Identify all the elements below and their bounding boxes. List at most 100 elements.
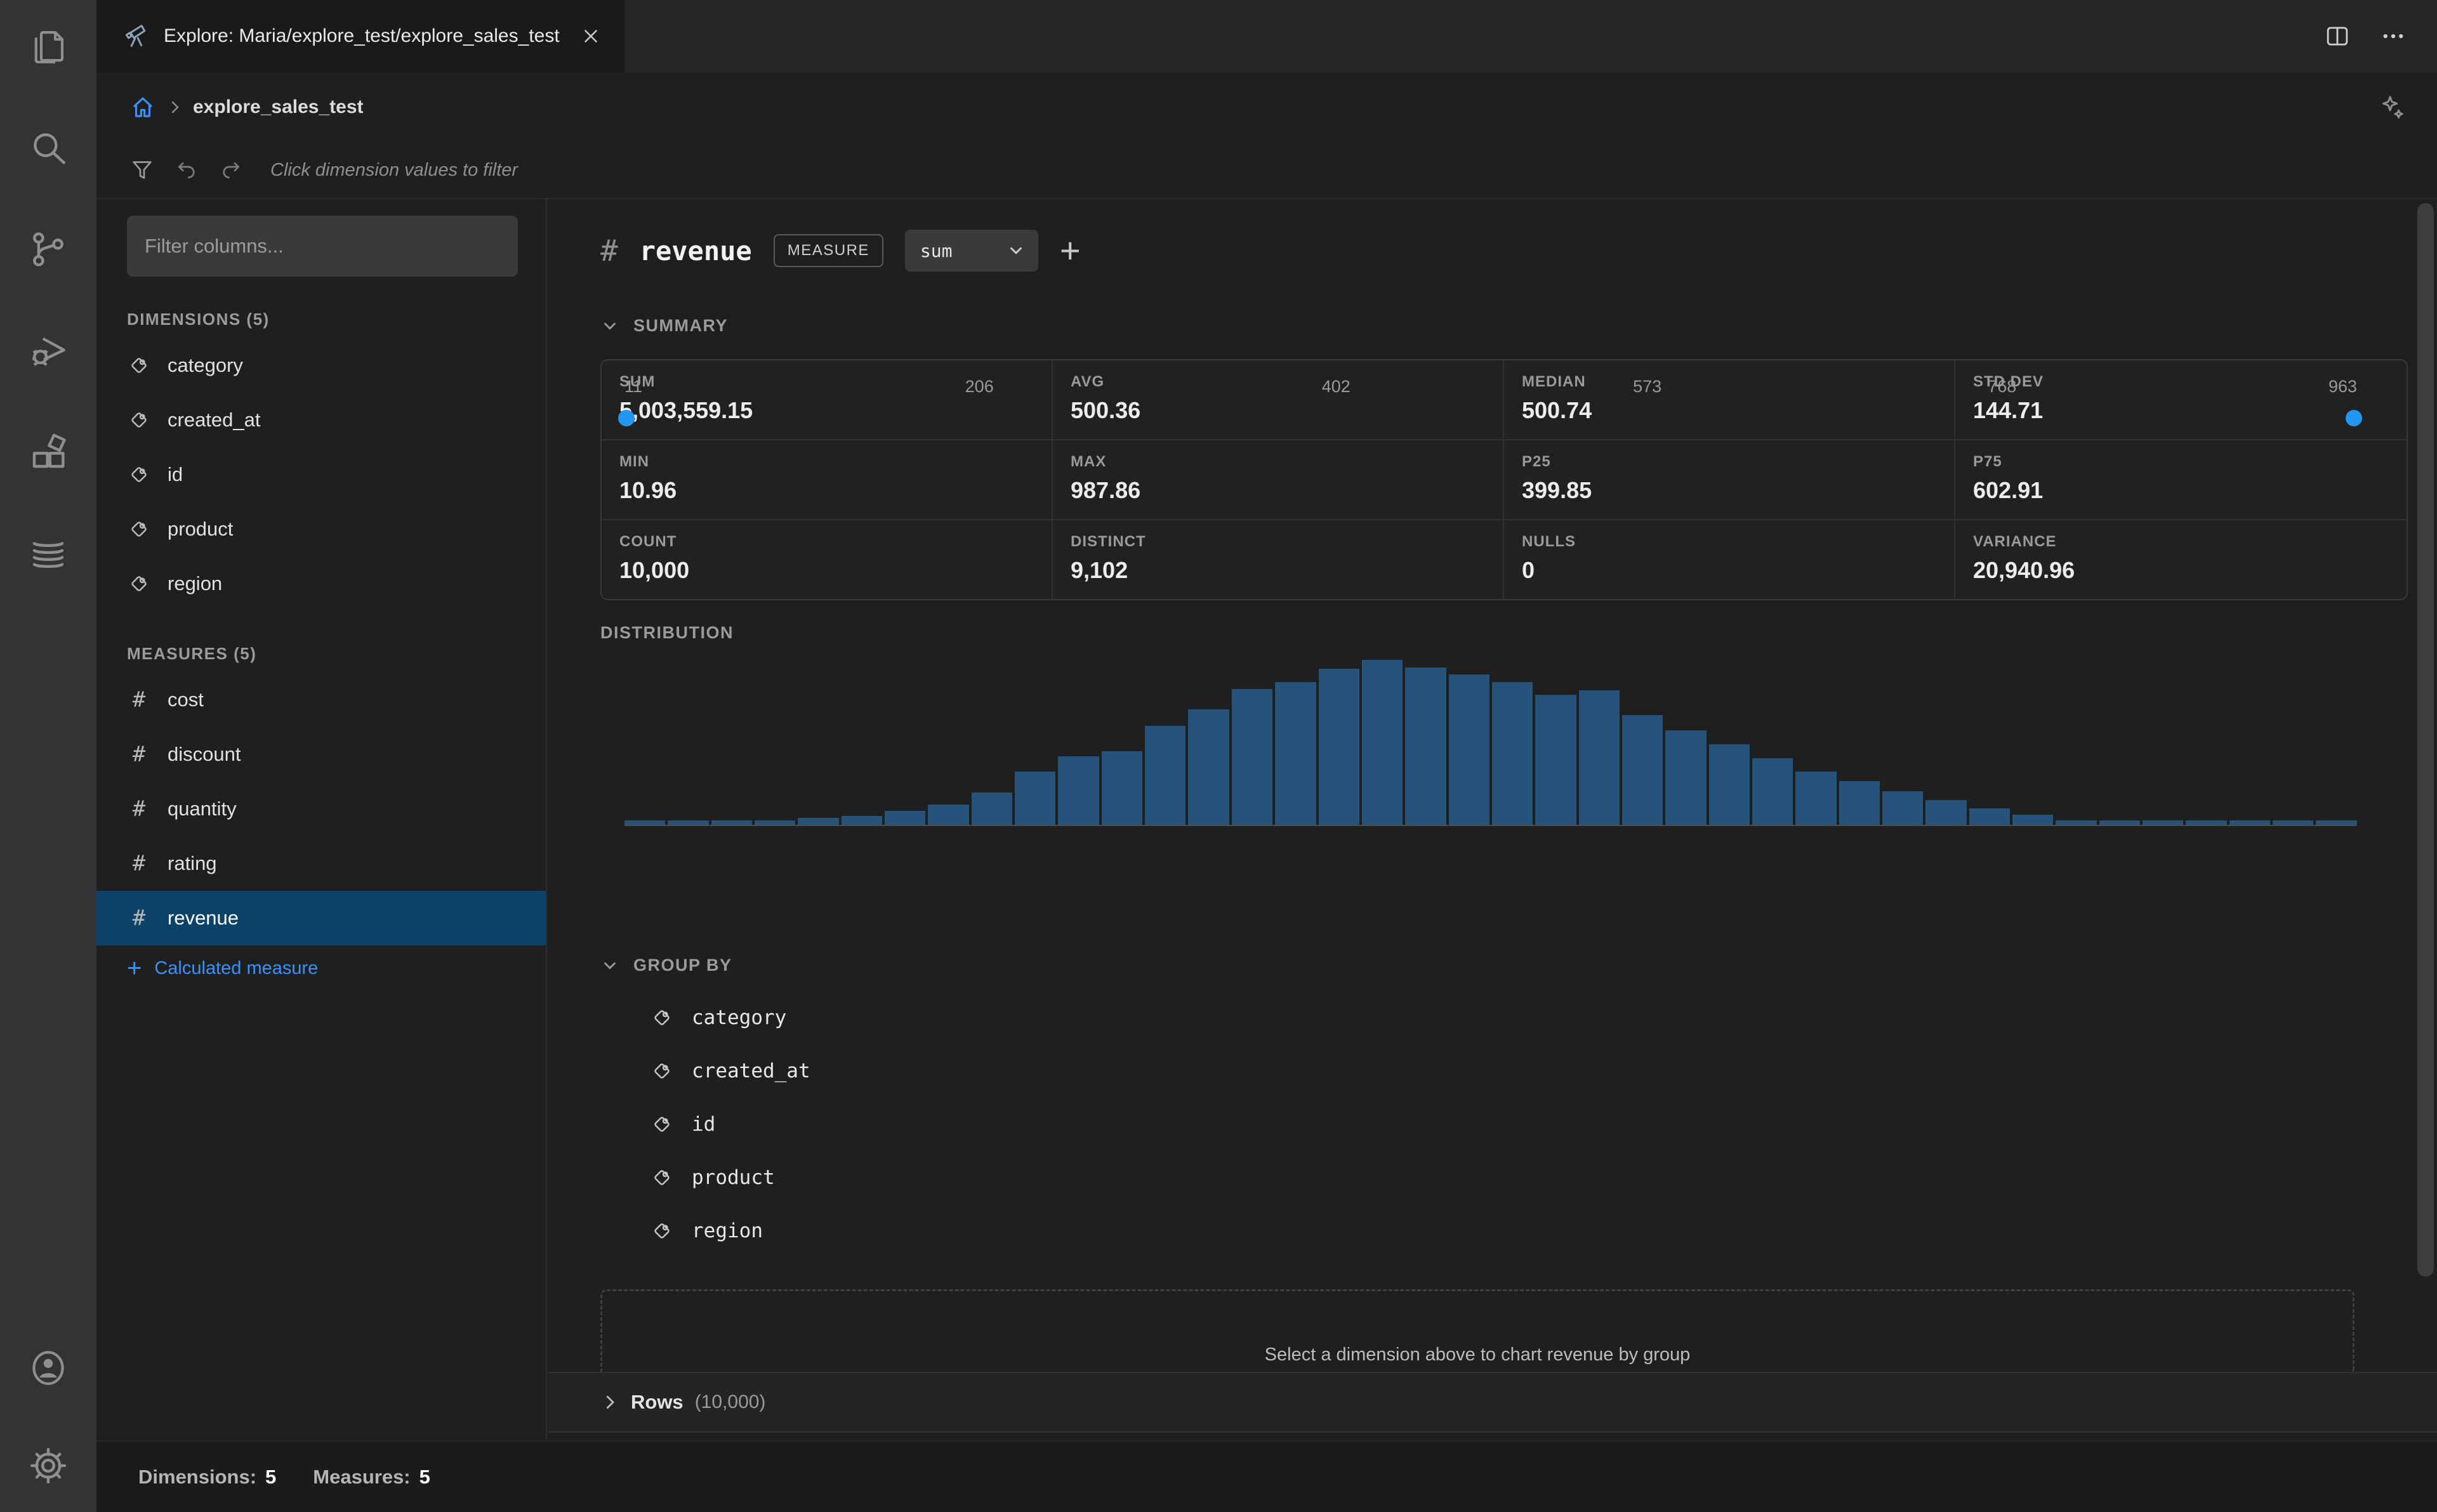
sidebar-item-product[interactable]: product (127, 502, 518, 556)
stat-label: P75 (1973, 453, 2002, 470)
scrollbar-thumb[interactable] (2417, 203, 2434, 1277)
database-icon[interactable] (27, 533, 69, 575)
histogram-bar-17 (1361, 660, 1403, 825)
extensions-icon[interactable] (27, 431, 69, 473)
axis-tick-206: 206 (965, 377, 994, 396)
stat-value: 20,940.96 (1973, 557, 2075, 583)
activity-bar (0, 0, 96, 1512)
calculated-measure-button[interactable]: + Calculated measure (127, 956, 518, 981)
measure-badge: MEASURE (773, 234, 883, 267)
split-editor-icon[interactable] (2324, 23, 2351, 49)
histogram-bar-13 (1188, 709, 1229, 825)
sidebar-item-id[interactable]: id (127, 447, 518, 502)
stat-value: 987.86 (1071, 477, 1141, 503)
explorer-icon[interactable] (27, 25, 69, 67)
sidebar-item-category[interactable]: category (127, 338, 518, 393)
tag-icon (650, 1006, 674, 1030)
histogram-bar-31 (1969, 808, 2010, 825)
summary-section-header[interactable]: SUMMARY (600, 316, 728, 336)
hash-icon: # (132, 742, 146, 767)
stat-label: DISTINCT (1071, 533, 1146, 550)
sidebar-item-rating[interactable]: # rating (127, 836, 518, 891)
sidebar-item-region[interactable]: region (127, 556, 518, 611)
breadcrumb-item[interactable]: explore_sales_test (193, 96, 364, 118)
sidebar-item-discount[interactable]: # discount (127, 727, 518, 782)
histogram-bar-12 (1145, 726, 1186, 825)
stat-value: 399.85 (1522, 477, 1592, 503)
account-icon[interactable] (27, 1347, 69, 1389)
source-control-icon[interactable] (27, 228, 69, 270)
rows-section-toggle[interactable]: Rows (10,000) (548, 1372, 2437, 1433)
sidebar-item-label: region (168, 572, 223, 595)
histogram-bar-15 (1275, 682, 1316, 825)
sidebar-item-created_at[interactable]: created_at (127, 393, 518, 447)
histogram-bar-38 (2273, 820, 2314, 825)
histogram-bar-24 (1665, 730, 1707, 825)
status-bar: Dimensions: 5 Measures: 5 (96, 1440, 2437, 1512)
groupby-item-region[interactable]: region (650, 1204, 810, 1258)
histogram-bar-34 (2099, 820, 2141, 825)
groupby-item-id[interactable]: id (650, 1098, 810, 1151)
hash-icon: # (132, 905, 146, 931)
groupby-item-category[interactable]: category (650, 991, 810, 1044)
sidebar-item-quantity[interactable]: # quantity (127, 782, 518, 836)
histogram-bar-20 (1491, 682, 1533, 825)
tag-icon (127, 463, 151, 487)
sidebar-item-label: discount (168, 743, 241, 765)
range-handle-max[interactable] (2346, 410, 2362, 426)
sidebar: DIMENSIONS (5) category created_atid produ… (96, 199, 547, 1439)
groupby-item-label: product (692, 1166, 775, 1189)
sidebar-item-label: quantity (168, 798, 237, 820)
histogram-bar-26 (1752, 758, 1793, 825)
histogram-bar-6 (885, 810, 926, 825)
sidebar-item-cost[interactable]: # cost (127, 673, 518, 727)
placeholder-text: Select a dimension above to chart revenu… (1264, 1344, 1691, 1365)
stat-cell-p25: P25 399.85 (1504, 440, 1955, 520)
dimensions-list: category created_atid product region (127, 338, 518, 611)
histogram-bar-9 (1015, 771, 1056, 825)
histogram-bar-33 (2056, 820, 2097, 825)
more-actions-icon[interactable] (2380, 23, 2407, 49)
stat-value: 10,000 (619, 557, 690, 583)
close-icon[interactable] (580, 25, 602, 47)
stat-value: 10.96 (619, 477, 677, 503)
groupby-item-label: id (692, 1113, 716, 1136)
sidebar-item-label: category (168, 354, 243, 376)
hash-icon: # (132, 851, 146, 876)
histogram-bar-32 (2012, 814, 2054, 825)
stat-label: P25 (1522, 453, 1551, 470)
groupby-item-created_at[interactable]: created_at (650, 1044, 810, 1098)
histogram-bar-27 (1795, 771, 1837, 825)
chevron-right-icon (600, 1393, 619, 1412)
measure-header: # revenue MEASURE sum + (600, 230, 1081, 272)
sidebar-item-label: product (168, 518, 234, 540)
groupby-section-header[interactable]: GROUP BY (600, 956, 732, 975)
range-handle-min[interactable] (618, 410, 635, 426)
redo-icon[interactable] (218, 157, 244, 183)
stat-label: MAX (1071, 453, 1107, 470)
editor-actions (2324, 0, 2437, 72)
editor-pane: # revenue MEASURE sum + SUMMARY SUM 5,003… (548, 199, 2437, 1439)
axis-tick-573: 573 (1633, 377, 1662, 396)
add-aggregation-button[interactable]: + (1060, 233, 1081, 268)
sidebar-item-revenue[interactable]: # revenue (96, 891, 546, 945)
tag-icon (650, 1059, 674, 1083)
home-icon[interactable] (129, 94, 156, 121)
measures-list: # cost # discount # quantity # rating # revenue (96, 673, 546, 945)
editor-tab[interactable]: Explore: Maria/explore_test/explore_sale… (96, 0, 624, 72)
sparkle-icon[interactable] (2377, 93, 2407, 122)
histogram-bar-23 (1621, 715, 1663, 825)
sidebar-item-label: revenue (168, 907, 239, 929)
run-debug-icon[interactable] (27, 330, 69, 372)
aggregation-select[interactable]: sum (904, 230, 1038, 272)
histogram-bar-16 (1318, 669, 1359, 825)
groupby-item-label: category (692, 1006, 787, 1029)
sidebar-item-label: id (168, 463, 183, 485)
groupby-item-product[interactable]: product (650, 1151, 810, 1204)
filter-bar: Click dimension values to filter (96, 142, 2437, 199)
search-icon[interactable] (27, 127, 69, 169)
summary-header-label: SUMMARY (633, 316, 728, 335)
filter-columns-input[interactable] (127, 216, 518, 277)
settings-gear-icon[interactable] (27, 1445, 69, 1487)
undo-icon[interactable] (174, 157, 199, 183)
